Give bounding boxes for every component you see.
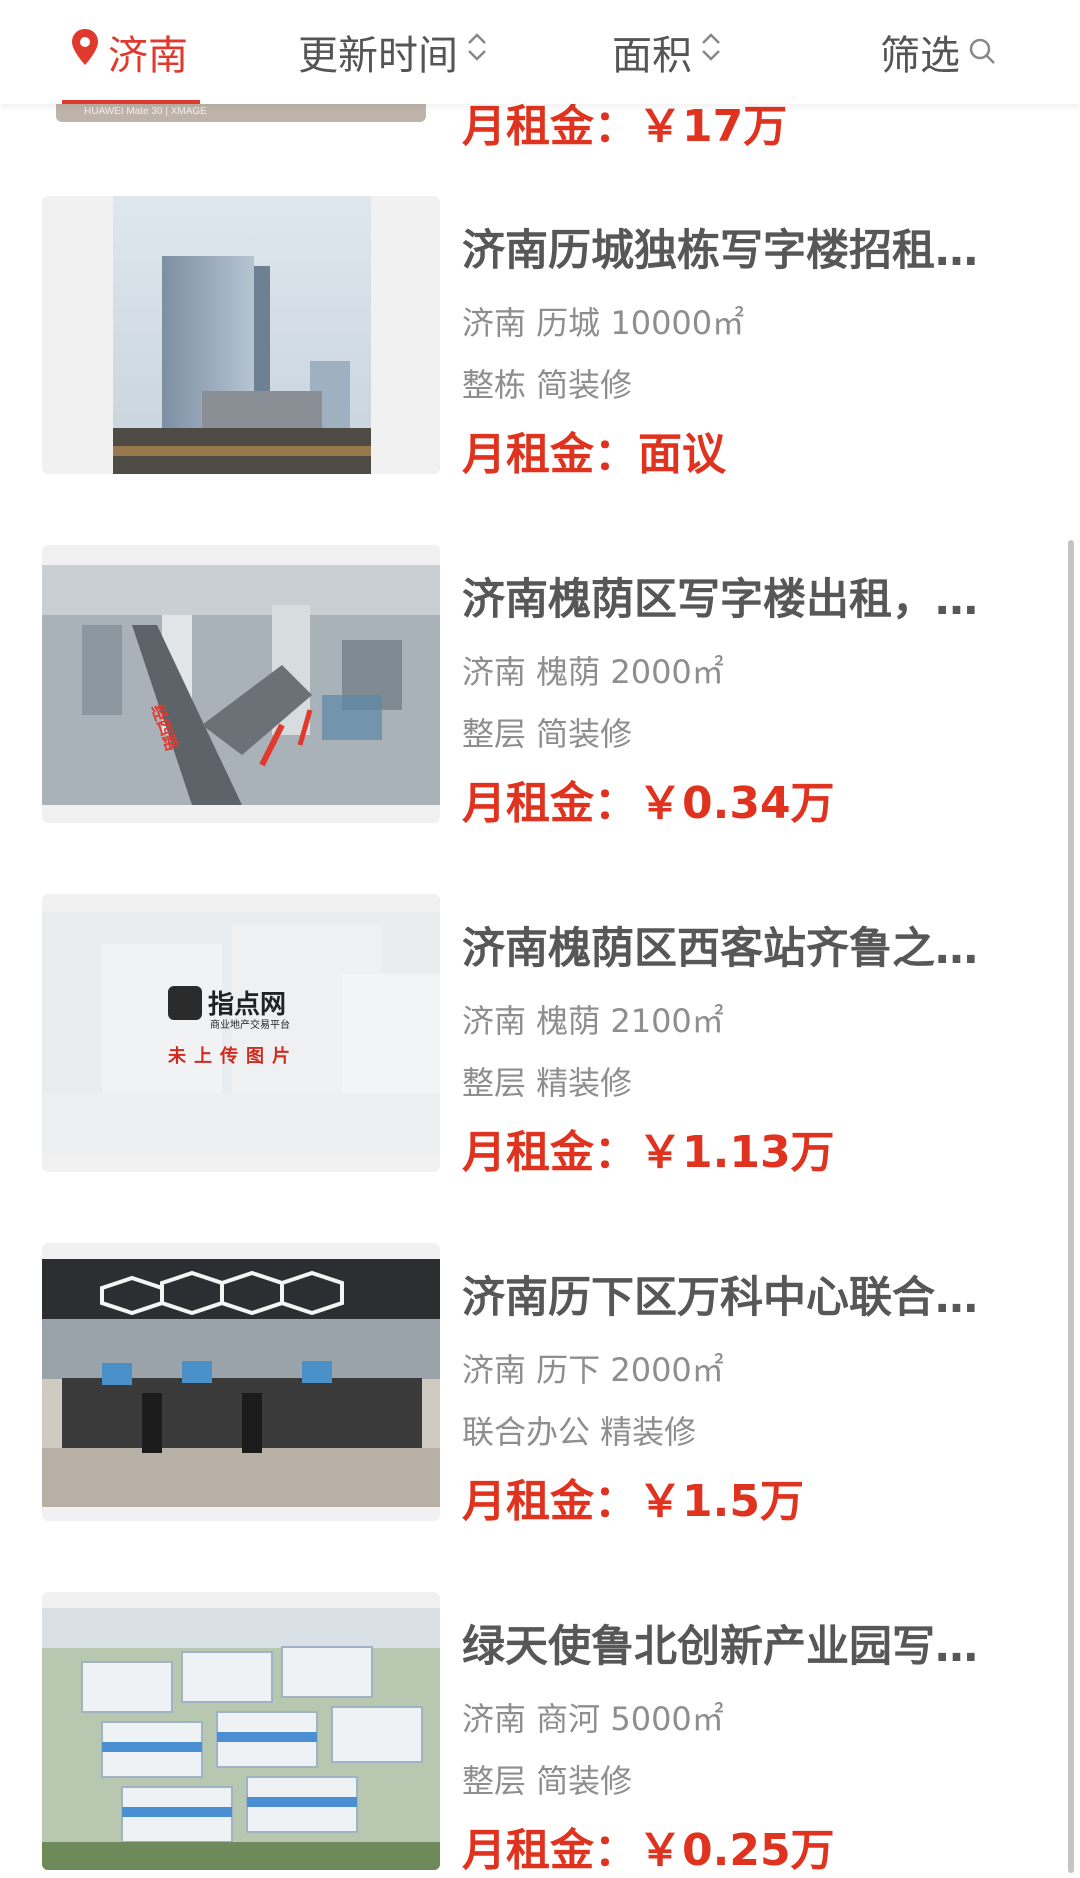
listing-photo[interactable]: [42, 196, 440, 474]
filter-bar: 济南 更新时间 面积 筛选: [0, 0, 1080, 104]
listing-price: 月租金：￥1.5万: [462, 1476, 804, 1527]
listing-price: 月租金：￥0.25万: [462, 1825, 835, 1876]
listing-photo[interactable]: [42, 1592, 440, 1870]
listing-price: 月租金：￥1.13万: [462, 1127, 835, 1178]
listing-photo[interactable]: [42, 1243, 440, 1521]
listing-location: 济南 槐荫 2100㎡: [462, 1002, 724, 1040]
sort-update-label: 更新时间: [298, 33, 458, 79]
listing-photo[interactable]: 指点网 商业地产交易平台 未上传图片: [42, 894, 440, 1172]
listing-location: 济南 槐荫 2000㎡: [462, 653, 724, 691]
listing-price: 月租金：￥0.34万: [462, 778, 835, 829]
scrollbar[interactable]: [1068, 540, 1074, 1873]
placeholder-note: 未上传图片: [168, 1046, 298, 1067]
listing-title[interactable]: 济南槐荫区写字楼出租，…: [462, 565, 1002, 627]
aerial-city-photo: [42, 545, 440, 823]
filter-button[interactable]: 筛选: [880, 0, 996, 104]
photo-watermark: HUAWEI Mate 30 | XMAGE: [84, 106, 207, 117]
listing-spec: 整层 精装修: [462, 1064, 633, 1102]
listing-title[interactable]: 济南历下区万科中心联合…: [462, 1263, 1002, 1325]
listing-title[interactable]: 绿天使鲁北创新产业园写…: [462, 1612, 1002, 1674]
placeholder-logo-mark: [168, 986, 202, 1020]
sort-area-label: 面积: [612, 33, 692, 79]
listing-spec: 整层 简装修: [462, 1762, 633, 1800]
listing-location: 济南 历下 2000㎡: [462, 1351, 724, 1389]
listing-spec: 整层 简装修: [462, 715, 633, 753]
listing-spec: 联合办公 精装修: [462, 1413, 697, 1451]
active-tab-underline: [62, 100, 200, 104]
listing-price: 月租金：面议: [462, 429, 726, 480]
sort-update-time[interactable]: 更新时间: [298, 0, 488, 104]
placeholder-subtitle: 商业地产交易平台: [210, 1020, 290, 1031]
city-label: 济南: [108, 33, 188, 79]
listing-item[interactable]: 济南历下区万科中心联合… 济南 历下 2000㎡ 联合办公 精装修 月租金：￥1…: [0, 1243, 1080, 1527]
listing-item[interactable]: 绿天使鲁北创新产业园写… 济南 商河 5000㎡ 整层 简装修 月租金：￥0.2…: [0, 1592, 1080, 1876]
listing-photo[interactable]: 经四路: [42, 545, 440, 823]
filter-label: 筛选: [880, 33, 960, 79]
listing-title[interactable]: 济南历城独栋写字楼招租…: [462, 216, 1002, 278]
listing-location: 济南 商河 5000㎡: [462, 1700, 724, 1738]
sort-updown-icon: [466, 29, 488, 75]
building-photo: [113, 196, 371, 474]
office-interior-photo: [42, 1259, 440, 1507]
city-selector[interactable]: 济南: [62, 0, 200, 104]
listing-title[interactable]: 济南槐荫区西客站齐鲁之…: [462, 914, 1002, 976]
sort-updown-icon: [700, 29, 722, 75]
listing-item[interactable]: 指点网 商业地产交易平台 未上传图片 济南槐荫区西客站齐鲁之… 济南 槐荫 21…: [0, 894, 1080, 1178]
listing-spec: 整栋 简装修: [462, 366, 633, 404]
location-pin-icon: [70, 28, 100, 76]
industrial-park-photo: [42, 1608, 440, 1870]
sort-area[interactable]: 面积: [612, 0, 722, 104]
search-icon: [968, 29, 996, 75]
placeholder-photo: [42, 912, 440, 1154]
listing-item[interactable]: 济南历城独栋写字楼招租… 济南 历城 10000㎡ 整栋 简装修 月租金：面议: [0, 196, 1080, 480]
listing-location: 济南 历城 10000㎡: [462, 304, 745, 342]
listing-item[interactable]: 经四路 济南槐荫区写字楼出租，… 济南 槐荫 2000㎡ 整层 简装修 月租金：…: [0, 545, 1080, 829]
